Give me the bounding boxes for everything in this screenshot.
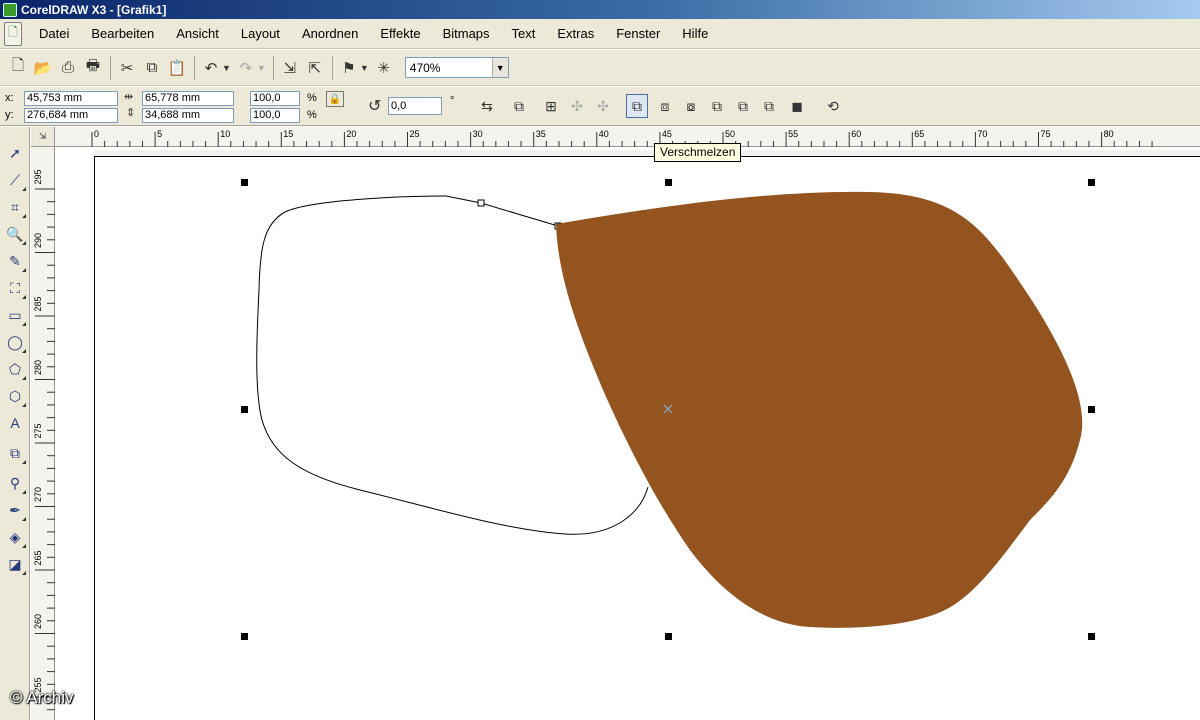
selection-handle-bottom-left[interactable] [241,633,248,640]
selection-handle-bottom-center[interactable] [665,633,672,640]
copyright-watermark: © Archiv [10,688,74,707]
selection-handle-bottom-right[interactable] [1088,633,1095,640]
tooltip: Verschmelzen [654,143,742,162]
outlined-shape-segment[interactable] [445,195,559,227]
selection-handle-top-left[interactable] [241,179,248,186]
selection-handle-top-center[interactable] [665,179,672,186]
node-handle[interactable] [477,199,485,207]
drawing-layer [241,179,1095,640]
selection-handle-middle-right[interactable] [1088,406,1095,413]
filled-shape[interactable] [556,191,1083,628]
selection-handle-top-right[interactable] [1088,179,1095,186]
selection-handle-middle-left[interactable] [241,406,248,413]
